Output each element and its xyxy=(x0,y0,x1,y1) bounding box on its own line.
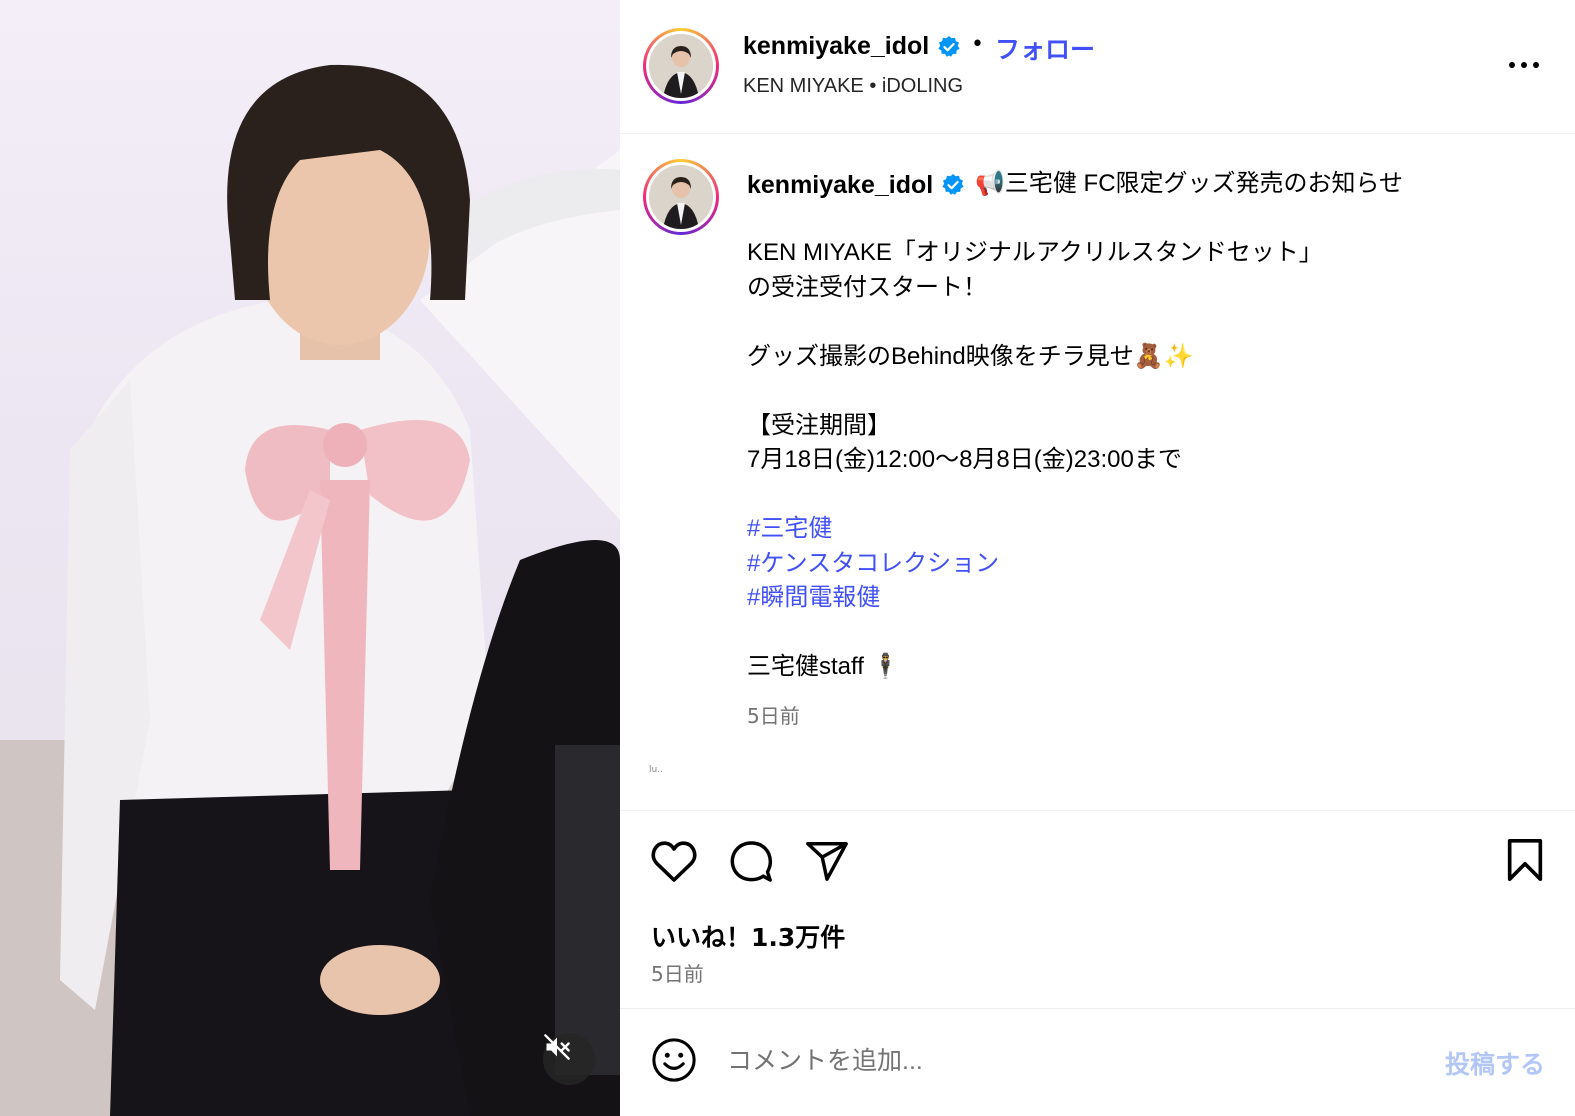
post-media[interactable] xyxy=(0,0,620,1116)
hashtag-link[interactable]: #ケンスタコレクション xyxy=(747,547,1547,582)
post-caption: kenmiyake_idol 📢三宅健 FC限定グッズ発売のお知らせ KEN M… xyxy=(620,135,1575,810)
caption-line: 7月18日(金)12:00〜8月8日(金)23:00まで xyxy=(747,446,1182,473)
caption-line: 📢三宅健 FC限定グッズ発売のお知らせ xyxy=(975,170,1404,197)
caption-line: 【受注期間】 xyxy=(747,411,891,439)
caption-text: 📢三宅健 FC限定グッズ発売のお知らせ KEN MIYAKE「オリジナルアクリル… xyxy=(747,167,1547,685)
caption-line xyxy=(747,374,1547,409)
separator-dot: • xyxy=(971,32,984,57)
caption-line xyxy=(747,478,1547,513)
heart-icon[interactable] xyxy=(650,839,698,883)
hashtag-link[interactable]: #瞬間電報健 xyxy=(747,581,1547,616)
post-timestamp[interactable]: 5日前 xyxy=(651,958,704,987)
post-header: kenmiyake_idol • フォロー KEN MIYAKE • iDOLI… xyxy=(620,0,1575,134)
more-icon[interactable] xyxy=(1504,50,1544,80)
caption-line xyxy=(747,202,1547,237)
avatar[interactable] xyxy=(643,28,719,104)
tiny-text: lu.. xyxy=(649,765,663,775)
post-username[interactable]: kenmiyake_idol xyxy=(743,32,929,61)
caption-timestamp[interactable]: 5日前 xyxy=(747,700,800,729)
emoji-icon[interactable] xyxy=(651,1037,697,1083)
comment-input[interactable] xyxy=(727,1039,1407,1083)
caption-line xyxy=(747,616,1547,651)
bookmark-icon[interactable] xyxy=(1505,837,1545,883)
caption-line: グッズ撮影のBehind映像をチラ見せ🧸✨ xyxy=(747,342,1194,370)
hashtag-link[interactable]: #三宅健 xyxy=(747,512,1547,547)
verified-badge-icon xyxy=(938,36,960,57)
caption-avatar[interactable] xyxy=(643,159,719,235)
video-frame xyxy=(0,64,620,1116)
caption-line xyxy=(747,305,1547,340)
caption-line: の受注受付スタート！ xyxy=(747,273,987,301)
post-comment-button[interactable]: 投稿する xyxy=(1445,1045,1545,1081)
share-icon[interactable] xyxy=(804,839,850,883)
comment-bar: 投稿する xyxy=(620,1008,1575,1116)
action-bar: いいね！1.3万件 5日前 xyxy=(620,810,1575,1010)
follow-button[interactable]: フォロー xyxy=(995,30,1095,66)
mute-button[interactable] xyxy=(543,1033,595,1085)
post-panel: kenmiyake_idol • フォロー KEN MIYAKE • iDOLI… xyxy=(620,0,1575,1116)
comment-icon[interactable] xyxy=(728,839,774,885)
like-count[interactable]: いいね！1.3万件 xyxy=(651,918,845,954)
caption-signature: 三宅健staff 🕴 xyxy=(747,653,901,680)
caption-line: KEN MIYAKE「オリジナルアクリルスタンドセット」 xyxy=(747,239,1323,266)
volume-off-icon xyxy=(544,1034,570,1060)
post-subtitle[interactable]: KEN MIYAKE • iDOLING xyxy=(743,75,963,98)
